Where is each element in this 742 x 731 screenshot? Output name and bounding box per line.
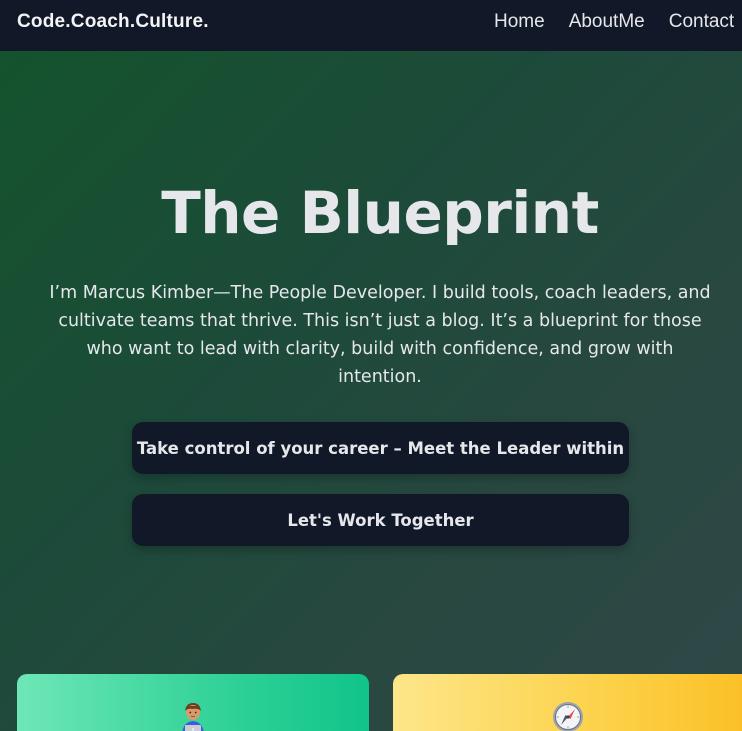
hero-title: The Blueprint: [161, 179, 599, 247]
work-together-button[interactable]: Let's Work Together: [132, 494, 629, 546]
site-brand[interactable]: Code.Coach.Culture.: [17, 11, 209, 33]
hero-intro-text: I’m Marcus Kimber—The People Developer. …: [49, 283, 711, 387]
nav-link-contact[interactable]: Contact: [669, 11, 734, 33]
technologist-icon: [176, 700, 210, 731]
nav-links: Home AboutMe Contact: [494, 11, 734, 33]
top-navbar: Code.Coach.Culture. Home AboutMe Contact: [0, 0, 742, 51]
feature-card-compass[interactable]: [393, 674, 742, 731]
feature-card-developer[interactable]: [17, 674, 369, 731]
nav-link-aboutme[interactable]: AboutMe: [569, 11, 645, 33]
meet-leader-button[interactable]: Take control of your career – Meet the L…: [132, 422, 629, 474]
compass-icon: [551, 700, 585, 731]
nav-link-home[interactable]: Home: [494, 11, 545, 33]
hero-section: The Blueprint I’m Marcus Kimber—The Peop…: [0, 51, 742, 731]
